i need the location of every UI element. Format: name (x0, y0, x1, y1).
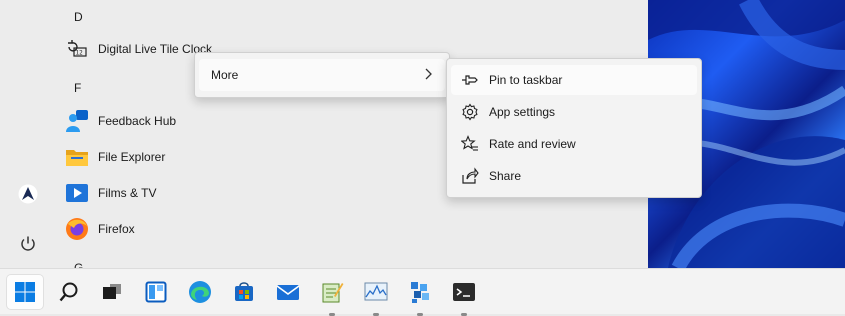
taskbar-widgets-button[interactable] (138, 275, 174, 309)
mail-icon (276, 285, 300, 300)
firefox-icon (64, 216, 90, 242)
app-digital-live-tile-clock[interactable]: 12 Digital Live Tile Clock (64, 33, 212, 65)
app-films-tv[interactable]: Films & TV (64, 177, 156, 209)
menu-item-label: App settings (489, 105, 556, 119)
task-view-icon (103, 284, 121, 299)
app-firefox[interactable]: Firefox (64, 213, 135, 245)
taskbar (0, 268, 845, 316)
start-menu-rail (0, 0, 56, 268)
app-label: Feedback Hub (98, 114, 177, 128)
chart-icon (364, 282, 388, 301)
terminal-icon (453, 283, 475, 301)
more-submenu: Pin to taskbar App settings Rate and rev… (446, 58, 702, 198)
films-tv-icon (64, 180, 90, 206)
taskbar-performance-monitor-button[interactable] (358, 275, 394, 316)
section-letter-d[interactable]: D (74, 10, 83, 24)
chevron-right-icon (423, 67, 433, 84)
power-icon (21, 236, 35, 251)
widgets-icon (145, 281, 167, 303)
app-label: File Explorer (98, 150, 166, 164)
taskbar-blocks-app-button[interactable] (402, 275, 438, 316)
taskbar-edge-button[interactable] (182, 275, 218, 309)
notepad-icon (322, 283, 344, 303)
taskbar-terminal-button[interactable] (446, 275, 482, 316)
pin-to-taskbar-item[interactable]: Pin to taskbar (451, 65, 697, 95)
svg-text:12: 12 (76, 50, 84, 57)
pin-icon (461, 71, 479, 89)
windows-icon (15, 282, 35, 302)
search-icon (59, 282, 78, 302)
app-settings-item[interactable]: App settings (451, 97, 697, 127)
power-button[interactable] (14, 230, 42, 258)
app-label: Firefox (98, 222, 135, 236)
folder-icon (64, 144, 90, 170)
menu-item-label: Pin to taskbar (489, 73, 563, 87)
star-icon (460, 135, 479, 153)
menu-item-label: Share (489, 169, 522, 183)
taskbar-notepad-button[interactable] (314, 275, 350, 316)
app-label: Films & TV (98, 186, 157, 200)
share-item[interactable]: Share (451, 161, 697, 191)
more-label: More (211, 68, 239, 82)
taskbar-start-button[interactable] (7, 275, 43, 309)
app-feedback-hub[interactable]: Feedback Hub (64, 105, 176, 137)
menu-item-label: Rate and review (489, 137, 576, 151)
edge-icon (189, 281, 211, 303)
taskbar-search-button[interactable] (51, 275, 87, 309)
store-icon (235, 282, 253, 301)
section-letter-f[interactable]: F (74, 81, 81, 95)
account-button[interactable] (14, 180, 42, 208)
gear-icon (461, 103, 479, 121)
taskbar-store-button[interactable] (226, 275, 262, 309)
account-icon (18, 184, 38, 204)
blocks-icon (411, 282, 429, 303)
feedback-hub-icon (64, 108, 90, 134)
more-menu-item[interactable]: More (199, 59, 445, 91)
share-icon (461, 167, 479, 185)
app-file-explorer[interactable]: File Explorer (64, 141, 165, 173)
app-context-menu: More (194, 52, 450, 98)
rate-and-review-item[interactable]: Rate and review (451, 129, 697, 159)
clock-icon: 12 (64, 36, 90, 62)
taskbar-task-view-button[interactable] (94, 275, 130, 309)
taskbar-mail-button[interactable] (270, 275, 306, 309)
